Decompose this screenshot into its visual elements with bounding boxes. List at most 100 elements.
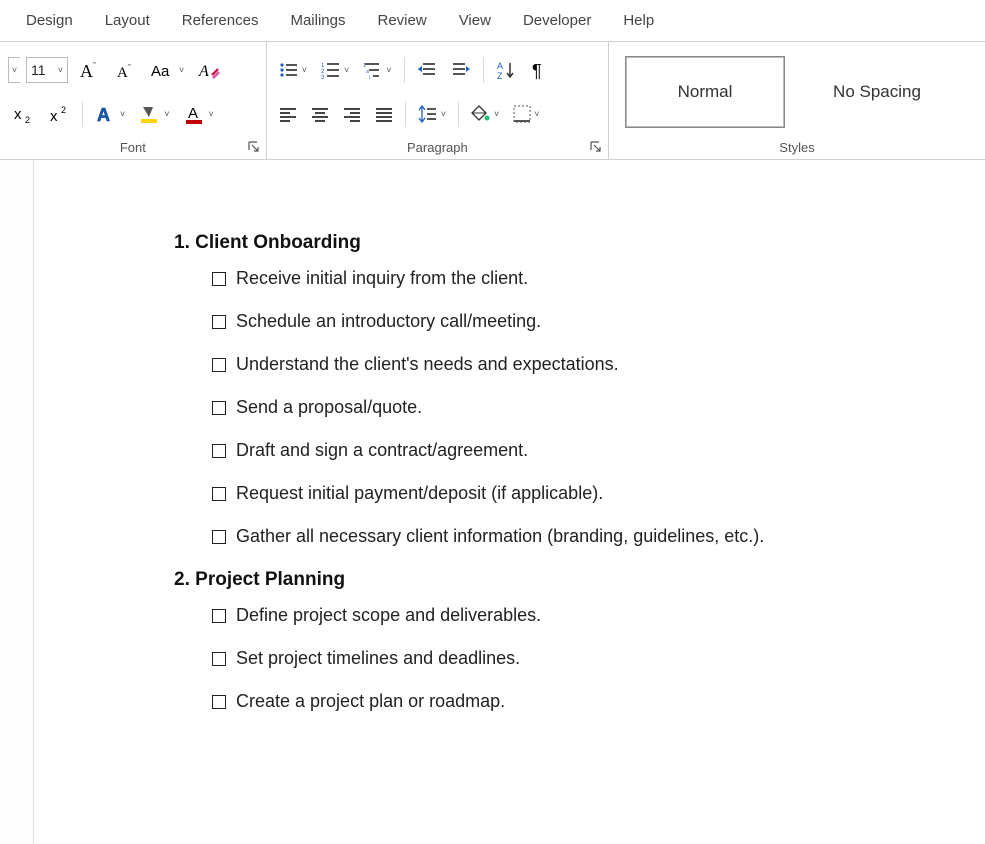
svg-text:ˆ: ˆ <box>93 61 96 71</box>
list-item-text: Set project timelines and deadlines. <box>236 648 520 669</box>
list-item-text: Send a proposal/quote. <box>236 397 422 418</box>
group-styles: Normal No Spacing Styles <box>609 42 985 159</box>
svg-text:Z: Z <box>497 71 503 80</box>
svg-text:A: A <box>80 61 93 81</box>
paragraph-dialog-launcher[interactable] <box>588 139 604 155</box>
tab-references[interactable]: References <box>166 2 275 39</box>
section-number: 2. <box>174 569 190 590</box>
font-name-dropdown[interactable]: ˅ <box>8 57 20 83</box>
tab-developer[interactable]: Developer <box>507 2 607 39</box>
page-gutter <box>0 160 34 844</box>
align-right-button[interactable] <box>339 99 365 129</box>
show-paragraph-marks-button[interactable]: ¶ <box>526 55 552 85</box>
group-font: ˅ 11 ˅ Aˆ Aˇ Aa˅ A <box>0 42 267 159</box>
section-title-text: Project Planning <box>195 569 345 590</box>
svg-text:ˇ: ˇ <box>128 63 131 73</box>
list-item: Set project timelines and deadlines. <box>212 648 985 669</box>
group-label-paragraph: Paragraph <box>275 136 600 157</box>
checkbox-icon[interactable] <box>212 487 226 501</box>
checkbox-icon[interactable] <box>212 401 226 415</box>
section-heading: 1. Client Onboarding <box>174 232 985 254</box>
document-page[interactable]: 1. Client Onboarding Receive initial inq… <box>34 160 985 844</box>
list-item-text: Request initial payment/deposit (if appl… <box>236 483 603 504</box>
decrease-font-size-button[interactable]: Aˇ <box>110 55 140 85</box>
checkbox-icon[interactable] <box>212 358 226 372</box>
svg-text:x: x <box>14 106 22 123</box>
subscript-button[interactable]: x2 <box>8 99 38 129</box>
list-item-text: Schedule an introductory call/meeting. <box>236 311 541 332</box>
checkbox-icon[interactable] <box>212 695 226 709</box>
section-title-text: Client Onboarding <box>195 232 361 253</box>
font-size-input[interactable]: 11 ˅ <box>26 57 68 83</box>
svg-text:¶: ¶ <box>532 61 542 80</box>
svg-text:2: 2 <box>61 105 66 115</box>
list-item-text: Create a project plan or roadmap. <box>236 691 505 712</box>
align-left-button[interactable] <box>275 99 301 129</box>
highlight-color-button[interactable]: ˅ <box>135 99 173 129</box>
style-normal[interactable]: Normal <box>625 56 785 128</box>
font-size-value: 11 <box>31 62 46 78</box>
list-item-text: Understand the client's needs and expect… <box>236 354 619 375</box>
list-item: Understand the client's needs and expect… <box>212 354 985 375</box>
svg-text:A: A <box>497 61 503 71</box>
increase-font-size-button[interactable]: Aˆ <box>74 55 104 85</box>
checkbox-icon[interactable] <box>212 530 226 544</box>
svg-text:A: A <box>117 65 128 81</box>
ribbon-tabs: Design Layout References Mailings Review… <box>0 0 985 42</box>
tab-layout[interactable]: Layout <box>89 2 166 39</box>
svg-text:A: A <box>188 105 198 122</box>
tab-design[interactable]: Design <box>10 2 89 39</box>
numbering-button[interactable]: 123˅ <box>317 55 353 85</box>
svg-text:x: x <box>50 108 58 124</box>
svg-text:Aa: Aa <box>151 63 170 80</box>
tab-view[interactable]: View <box>443 2 507 39</box>
list-item: Receive initial inquiry from the client. <box>212 268 985 289</box>
line-spacing-button[interactable]: ˅ <box>414 99 450 129</box>
align-center-button[interactable] <box>307 99 333 129</box>
section-number: 1. <box>174 232 190 253</box>
tab-review[interactable]: Review <box>362 2 443 39</box>
superscript-button[interactable]: x2 <box>44 99 74 129</box>
style-no-spacing[interactable]: No Spacing <box>797 56 957 128</box>
justify-button[interactable] <box>371 99 397 129</box>
decrease-indent-button[interactable] <box>413 55 441 85</box>
list-item: Draft and sign a contract/agreement. <box>212 440 985 461</box>
checkbox-icon[interactable] <box>212 272 226 286</box>
svg-text:A: A <box>198 63 209 80</box>
group-label-styles: Styles <box>617 136 977 157</box>
list-item-text: Draft and sign a contract/agreement. <box>236 440 528 461</box>
checkbox-icon[interactable] <box>212 444 226 458</box>
section-heading: 2. Project Planning <box>174 569 985 591</box>
ribbon: ˅ 11 ˅ Aˆ Aˇ Aa˅ A <box>0 42 985 160</box>
sort-button[interactable]: AZ <box>492 55 520 85</box>
checkbox-icon[interactable] <box>212 315 226 329</box>
tab-help[interactable]: Help <box>607 2 670 39</box>
list-item-text: Receive initial inquiry from the client. <box>236 268 528 289</box>
shading-button[interactable]: ˅ <box>467 99 503 129</box>
clear-formatting-button[interactable]: A <box>194 55 224 85</box>
list-item: Gather all necessary client information … <box>212 526 985 547</box>
increase-indent-button[interactable] <box>447 55 475 85</box>
list-item-text: Define project scope and deliverables. <box>236 605 541 626</box>
borders-button[interactable]: ˅ <box>509 99 543 129</box>
bullets-button[interactable]: ˅ <box>275 55 311 85</box>
change-case-button[interactable]: Aa˅ <box>146 55 188 85</box>
list-item: Request initial payment/deposit (if appl… <box>212 483 985 504</box>
font-dialog-launcher[interactable] <box>246 139 262 155</box>
list-item: Send a proposal/quote. <box>212 397 985 418</box>
checkbox-icon[interactable] <box>212 652 226 666</box>
font-color-button[interactable]: A˅ <box>180 99 218 129</box>
svg-text:3: 3 <box>321 75 325 79</box>
tab-mailings[interactable]: Mailings <box>274 2 361 39</box>
multilevel-list-button[interactable]: 1ai˅ <box>359 55 395 85</box>
svg-text:A: A <box>97 105 110 125</box>
text-effects-button[interactable]: A˅ <box>91 99 129 129</box>
list-item: Create a project plan or roadmap. <box>212 691 985 712</box>
svg-text:i: i <box>369 75 370 79</box>
list-item: Define project scope and deliverables. <box>212 605 985 626</box>
checkbox-icon[interactable] <box>212 609 226 623</box>
group-paragraph: ˅ 123˅ 1ai˅ AZ <box>267 42 609 159</box>
svg-text:2: 2 <box>25 115 30 124</box>
chevron-down-icon: ˅ <box>58 65 63 75</box>
list-item-text: Gather all necessary client information … <box>236 526 764 547</box>
